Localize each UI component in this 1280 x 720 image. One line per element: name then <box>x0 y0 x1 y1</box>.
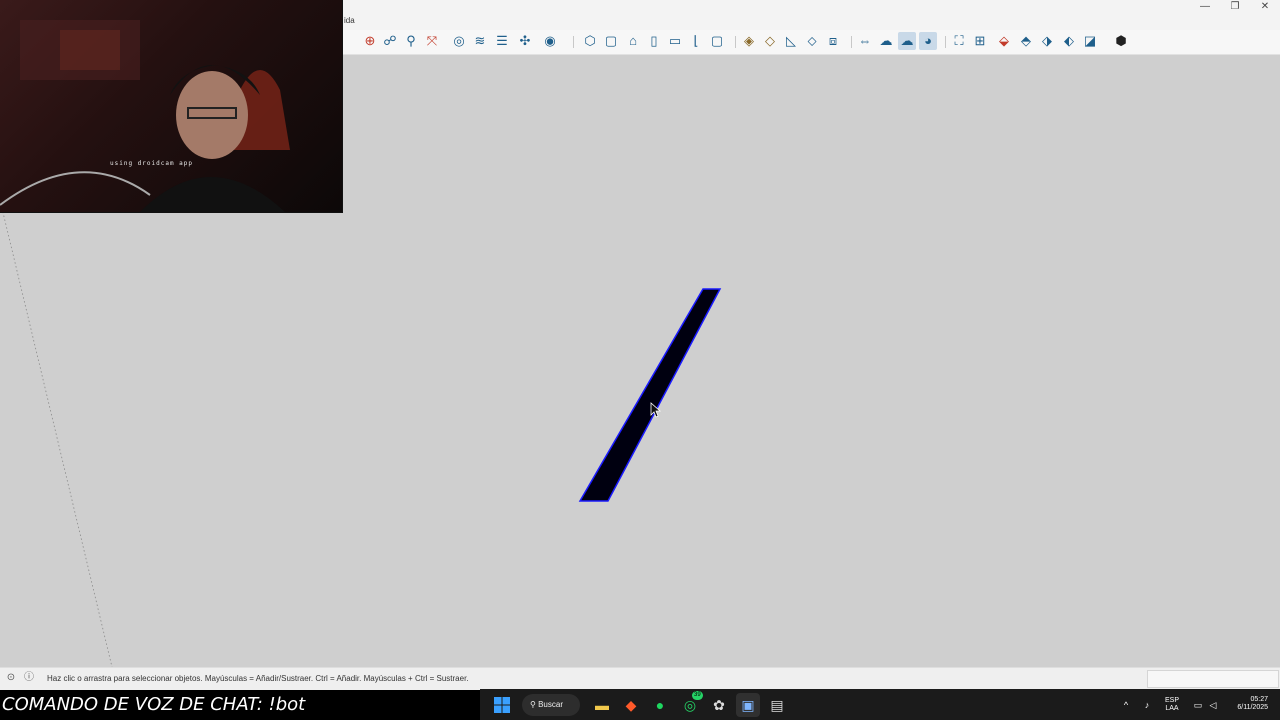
brave-browser-icon[interactable]: ◆ <box>619 693 643 717</box>
toolbar-separator <box>573 36 574 48</box>
tray-overflow-icon[interactable]: ^ <box>1120 699 1132 711</box>
sandbox-from-contours-icon[interactable]: ⛶ <box>950 32 968 50</box>
whatsapp-badge: 39 <box>692 691 703 700</box>
section-display-icon[interactable]: ◕ <box>919 32 937 50</box>
info-icon[interactable]: ⓘ <box>23 672 35 684</box>
search-icon: ⚲ <box>530 700 539 709</box>
windows-taskbar: ⚲ Buscar ▬ ◆ ● ◎ 39 ✿ ▣ ▤ ^ ♪ ESP LAA ▭ … <box>480 689 1280 720</box>
zoom-extents-icon[interactable]: ⤧ <box>423 32 441 50</box>
menu-fragment[interactable]: ida <box>344 16 355 25</box>
close-button[interactable]: ✕ <box>1250 0 1280 14</box>
iso-view-icon[interactable]: ⬡ <box>581 32 599 50</box>
circle-menu-icon[interactable]: ◉ <box>541 32 559 50</box>
restore-button[interactable]: ❐ <box>1220 0 1250 14</box>
xray-icon[interactable]: ◈ <box>740 32 758 50</box>
add-detail-icon[interactable]: ⬖ <box>1060 32 1078 50</box>
look-around-icon[interactable]: ◎ <box>450 32 468 50</box>
keyboard-layout: LAA <box>1165 705 1179 712</box>
language-indicator[interactable]: ESP LAA <box>1164 697 1180 713</box>
search-label: Buscar <box>538 700 563 709</box>
smoove-icon[interactable]: ⬙ <box>995 32 1013 50</box>
wireframe-icon[interactable]: ◺ <box>782 32 800 50</box>
selected-face[interactable] <box>578 288 722 502</box>
flip-edge-icon[interactable]: ◪ <box>1081 32 1099 50</box>
drape-icon[interactable]: ⬗ <box>1038 32 1056 50</box>
section-fill-icon[interactable]: ☁ <box>877 32 895 50</box>
microphone-icon[interactable]: ♪ <box>1141 699 1153 711</box>
stamp-icon[interactable]: ⬘ <box>1017 32 1035 50</box>
clock[interactable]: 05:27 6/11/2025 <box>1224 696 1268 712</box>
shaded-icon[interactable]: ⧈ <box>824 32 842 50</box>
window-controls: — ❐ ✕ <box>1190 0 1280 14</box>
monochrome-icon[interactable]: ⇔ <box>856 32 874 50</box>
zoom-icon[interactable]: ⚲ <box>402 32 420 50</box>
file-explorer-icon[interactable]: ▬ <box>590 693 614 717</box>
axis-line <box>0 199 113 667</box>
walk-icon[interactable]: ≋ <box>471 32 489 50</box>
webcam-overlay: using droidcam app <box>0 0 343 213</box>
position-camera-icon[interactable]: ☰ <box>493 32 511 50</box>
minimize-button[interactable]: — <box>1190 0 1220 14</box>
toolbar-separator <box>735 36 736 48</box>
section-plane-icon[interactable]: ⊕ <box>361 32 379 50</box>
clock-time: 05:27 <box>1250 696 1268 703</box>
status-bar: ⊙ ⓘ Haz clic o arrastra para seleccionar… <box>0 667 1280 690</box>
axes-icon[interactable]: ✣ <box>516 32 534 50</box>
toolbar-separator <box>945 36 946 48</box>
front-view-icon[interactable]: ⌂ <box>624 32 642 50</box>
sketchup-taskbar-icon[interactable]: ▣ <box>736 693 760 717</box>
clock-date: 6/11/2025 <box>1237 704 1268 711</box>
chat-command-overlay: COMANDO DE VOZ DE CHAT: !bot <box>0 690 482 720</box>
network-icon[interactable]: ▭ <box>1192 699 1204 711</box>
section-cuts-icon[interactable]: ☁ <box>898 32 916 50</box>
chatgpt-icon[interactable]: ✿ <box>707 693 731 717</box>
webcam-feed <box>0 20 290 212</box>
back-edges-icon[interactable]: ◇ <box>761 32 779 50</box>
webcam-watermark: using droidcam app <box>110 160 194 167</box>
taskbar-search[interactable]: ⚲ Buscar <box>522 694 580 716</box>
paint-icon[interactable]: ☍ <box>381 32 399 50</box>
back-view-icon[interactable]: ▭ <box>666 32 684 50</box>
right-view-icon[interactable]: ▯ <box>645 32 663 50</box>
notepad-icon[interactable]: ▤ <box>765 693 789 717</box>
sandbox-from-scratch-icon[interactable]: ⊞ <box>971 32 989 50</box>
extension-icon[interactable]: ⬢ <box>1112 32 1130 50</box>
volume-icon[interactable]: ◁ <box>1207 699 1219 711</box>
georeference-icon[interactable]: ⊙ <box>5 672 17 684</box>
windows-logo-icon <box>494 697 510 713</box>
language-code: ESP <box>1164 697 1179 704</box>
whatsapp-icon[interactable]: ◎ 39 <box>678 691 703 717</box>
measurements-input[interactable] <box>1147 670 1279 688</box>
left-view-icon[interactable]: ⌊ <box>687 32 705 50</box>
toolbar-separator <box>851 36 852 48</box>
status-hint: Haz clic o arrastra para seleccionar obj… <box>47 674 469 683</box>
spotify-icon[interactable]: ● <box>648 693 672 717</box>
hidden-line-icon[interactable]: ⬦ <box>803 32 821 50</box>
top-view-icon[interactable]: ▢ <box>602 32 620 50</box>
bottom-view-icon[interactable]: ▢ <box>708 32 726 50</box>
start-button[interactable] <box>490 693 514 717</box>
sketchup-toolbar: ⊕ ☍ ⚲ ⤧ ◎ ≋ ☰ ✣ ◉ ⬡ ▢ ⌂ ▯ ▭ ⌊ ▢ ◈ ◇ ◺ ⬦ … <box>343 30 1280 55</box>
